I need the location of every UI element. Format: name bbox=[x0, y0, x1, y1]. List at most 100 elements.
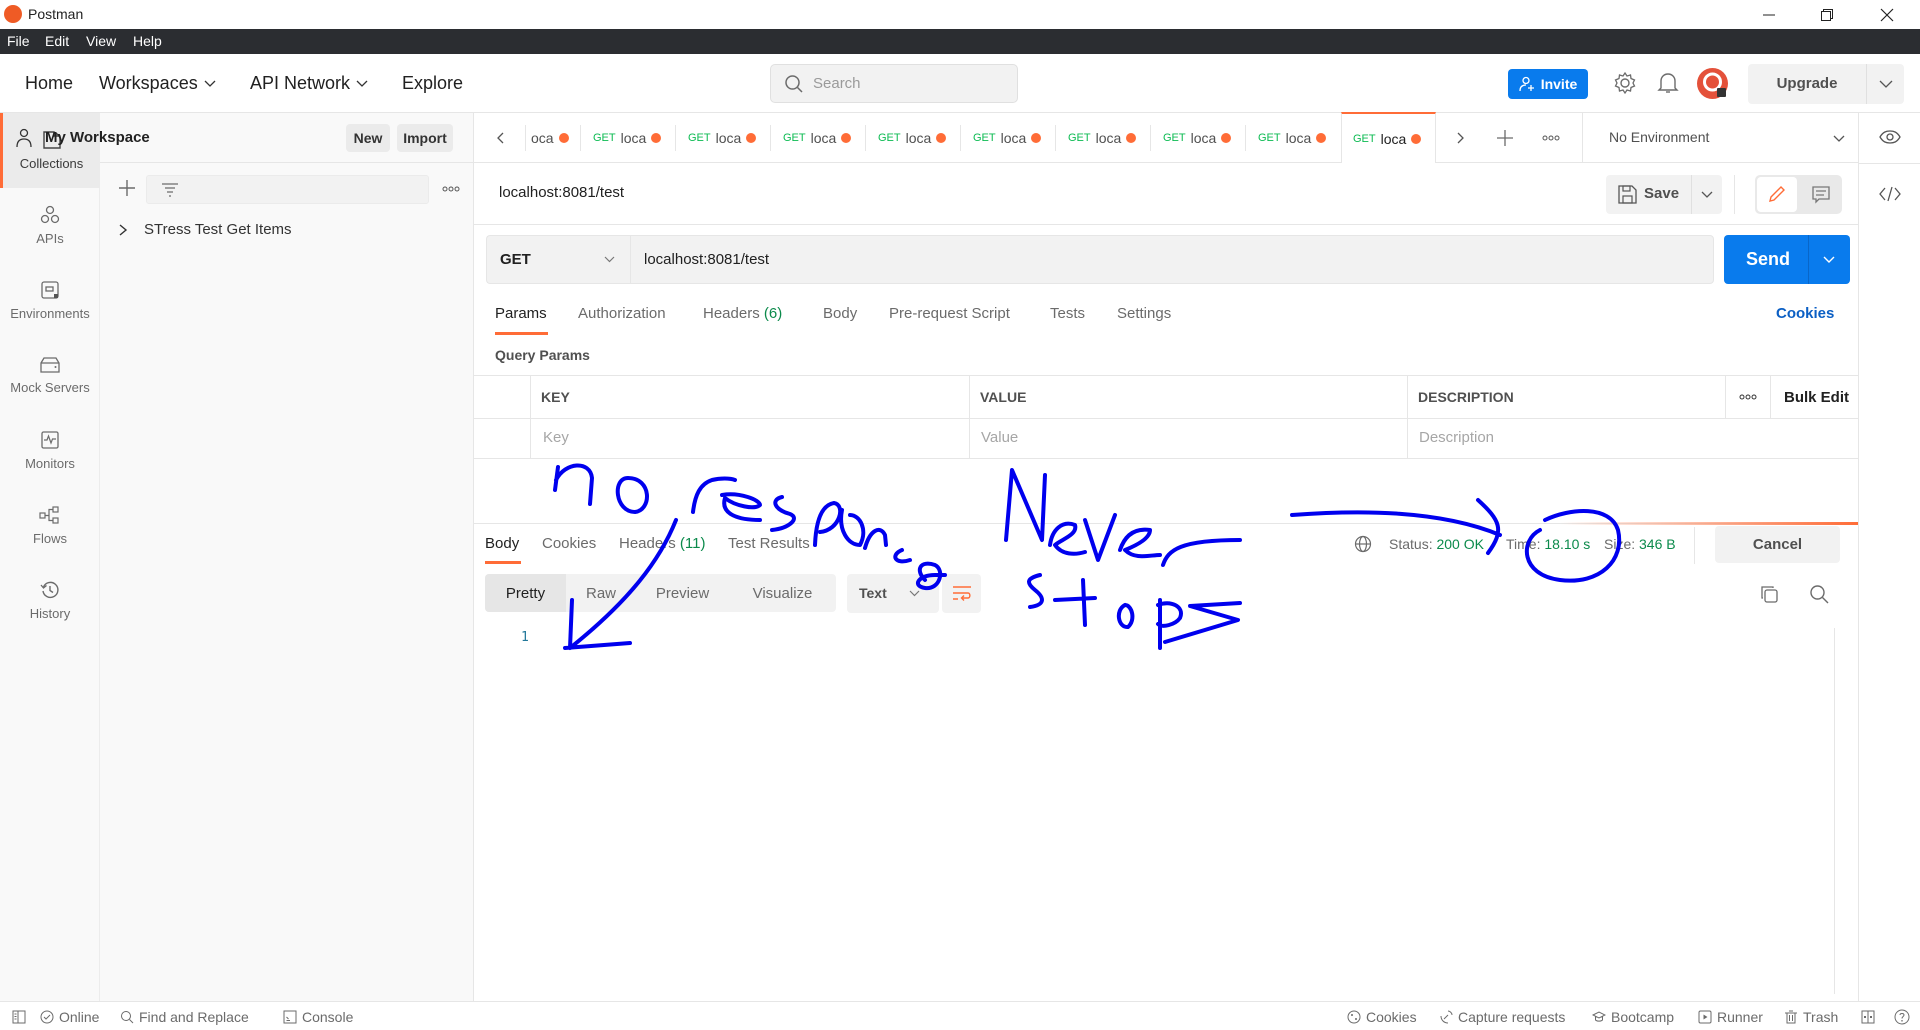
wrap-lines-button[interactable] bbox=[942, 574, 981, 613]
more-options-icon[interactable] bbox=[442, 186, 460, 192]
request-tab-active[interactable]: GET loca bbox=[1341, 112, 1436, 163]
capture-requests-button[interactable]: Capture requests bbox=[1439, 1009, 1565, 1025]
request-tab[interactable]: GET loca bbox=[1056, 113, 1151, 163]
menu-help[interactable]: Help bbox=[133, 33, 162, 49]
cookies-button[interactable]: Cookies bbox=[1347, 1009, 1417, 1025]
value-input[interactable]: Value bbox=[981, 429, 1018, 446]
request-tab[interactable]: oca bbox=[527, 113, 581, 163]
tab-pre-request-script[interactable]: Pre-request Script bbox=[889, 305, 1010, 322]
environment-selector[interactable]: No Environment bbox=[1582, 113, 1858, 163]
view-mode-pretty[interactable]: Pretty bbox=[485, 574, 566, 612]
rail-item-collections[interactable]: Collections bbox=[0, 113, 100, 188]
view-mode-preview[interactable]: Preview bbox=[636, 574, 729, 612]
url-input[interactable]: localhost:8081/test bbox=[630, 235, 1714, 284]
response-tab-test-results[interactable]: Test Results bbox=[728, 535, 810, 552]
rail-item-monitors[interactable]: Monitors bbox=[0, 413, 100, 488]
method-select[interactable]: GET bbox=[486, 235, 630, 284]
menu-file[interactable]: File bbox=[7, 33, 30, 49]
menu-view[interactable]: View bbox=[86, 33, 116, 49]
chevron-down-icon[interactable] bbox=[1701, 191, 1713, 199]
nav-explore[interactable]: Explore bbox=[402, 73, 463, 94]
postman-logo-icon bbox=[4, 5, 22, 23]
user-avatar[interactable] bbox=[1697, 68, 1728, 99]
online-status[interactable]: Online bbox=[40, 1009, 99, 1025]
tab-settings[interactable]: Settings bbox=[1117, 305, 1171, 322]
scroll-tabs-left-icon[interactable] bbox=[496, 132, 504, 144]
request-tab[interactable]: GET loca bbox=[1246, 113, 1341, 163]
tab-name: oca bbox=[531, 130, 554, 146]
chevron-down-icon[interactable] bbox=[1823, 256, 1835, 264]
restore-button[interactable] bbox=[1804, 0, 1850, 29]
tab-options-icon[interactable] bbox=[1542, 135, 1560, 141]
settings-gear-icon[interactable] bbox=[1613, 71, 1637, 95]
request-tab[interactable]: GET loca bbox=[676, 113, 771, 163]
response-tab-headers[interactable]: Headers (11) bbox=[619, 535, 705, 552]
tab-tests[interactable]: Tests bbox=[1050, 305, 1085, 322]
close-window-button[interactable] bbox=[1864, 0, 1910, 29]
upgrade-button[interactable]: Upgrade bbox=[1748, 64, 1904, 104]
nav-home[interactable]: Home bbox=[25, 73, 73, 94]
import-button[interactable]: Import bbox=[397, 124, 453, 152]
divider bbox=[474, 375, 1858, 376]
response-body-editor[interactable]: 1 bbox=[474, 625, 1858, 1001]
tab-headers[interactable]: Headers (6) bbox=[703, 305, 782, 322]
cancel-request-button[interactable]: Cancel bbox=[1715, 526, 1840, 563]
tab-body[interactable]: Body bbox=[823, 305, 857, 322]
cookies-link[interactable]: Cookies bbox=[1776, 305, 1834, 322]
console-button[interactable]: Console bbox=[283, 1009, 353, 1025]
search-response-icon[interactable] bbox=[1809, 584, 1829, 604]
network-globe-icon[interactable] bbox=[1354, 535, 1372, 553]
collection-item[interactable]: STress Test Get Items bbox=[118, 221, 292, 238]
trash-button[interactable]: Trash bbox=[1784, 1009, 1838, 1025]
save-button[interactable]: Save bbox=[1606, 175, 1722, 214]
two-pane-view-icon[interactable] bbox=[1861, 1010, 1875, 1024]
view-mode-raw[interactable]: Raw bbox=[566, 574, 636, 612]
request-tab[interactable]: GET loca bbox=[866, 113, 961, 163]
menu-edit[interactable]: Edit bbox=[45, 33, 69, 49]
search-input[interactable]: Search bbox=[770, 64, 1018, 103]
response-tab-body[interactable]: Body bbox=[485, 535, 519, 552]
minimize-button[interactable] bbox=[1746, 0, 1792, 29]
chevron-down-icon[interactable] bbox=[1879, 80, 1893, 89]
rail-item-history[interactable]: History bbox=[0, 563, 100, 638]
table-options-icon[interactable] bbox=[1739, 394, 1757, 400]
filter-collections-input[interactable] bbox=[146, 175, 429, 204]
scroll-tabs-right-icon[interactable] bbox=[1457, 132, 1465, 144]
tab-authorization[interactable]: Authorization bbox=[578, 305, 666, 322]
nav-workspaces[interactable]: Workspaces bbox=[99, 73, 216, 94]
help-icon[interactable] bbox=[1894, 1009, 1910, 1025]
send-button[interactable]: Send bbox=[1724, 235, 1850, 284]
find-and-replace-button[interactable]: Find and Replace bbox=[120, 1009, 249, 1025]
format-select[interactable]: Text bbox=[847, 574, 939, 613]
copy-icon[interactable] bbox=[1760, 585, 1778, 603]
edit-mode-button[interactable] bbox=[1757, 177, 1797, 212]
rail-item-flows[interactable]: Flows bbox=[0, 488, 100, 563]
code-snippet-icon[interactable] bbox=[1879, 186, 1901, 202]
tab-params[interactable]: Params bbox=[495, 305, 547, 322]
toggle-sidebar-icon[interactable] bbox=[12, 1010, 26, 1024]
rail-item-mock-servers[interactable]: Mock Servers bbox=[0, 338, 100, 413]
environment-quick-look-eye-icon[interactable] bbox=[1879, 130, 1901, 144]
key-input[interactable]: Key bbox=[543, 429, 569, 446]
comments-icon[interactable] bbox=[1811, 186, 1831, 204]
invite-button[interactable]: Invite bbox=[1508, 69, 1588, 99]
request-tab[interactable]: GET loca bbox=[771, 113, 866, 163]
description-input[interactable]: Description bbox=[1419, 429, 1494, 446]
new-button[interactable]: New bbox=[346, 124, 390, 152]
notifications-bell-icon[interactable] bbox=[1657, 71, 1679, 95]
view-mode-visualize[interactable]: Visualize bbox=[729, 574, 836, 612]
request-title[interactable]: localhost:8081/test bbox=[499, 184, 624, 201]
editor-scrollbar[interactable] bbox=[1834, 628, 1835, 994]
bulk-edit-button[interactable]: Bulk Edit bbox=[1784, 389, 1849, 406]
nav-api-network[interactable]: API Network bbox=[250, 73, 368, 94]
runner-button[interactable]: Runner bbox=[1698, 1009, 1763, 1025]
request-tab[interactable]: GET loca bbox=[1151, 113, 1246, 163]
request-tab[interactable]: GET loca bbox=[581, 113, 676, 163]
rail-item-apis[interactable]: APIs bbox=[0, 188, 100, 263]
response-tab-cookies[interactable]: Cookies bbox=[542, 535, 596, 552]
request-tab[interactable]: GET loca bbox=[961, 113, 1056, 163]
bootcamp-button[interactable]: Bootcamp bbox=[1592, 1009, 1674, 1025]
add-collection-icon[interactable] bbox=[118, 179, 136, 197]
rail-item-environments[interactable]: Environments bbox=[0, 263, 100, 338]
new-tab-plus-icon[interactable] bbox=[1497, 130, 1513, 146]
